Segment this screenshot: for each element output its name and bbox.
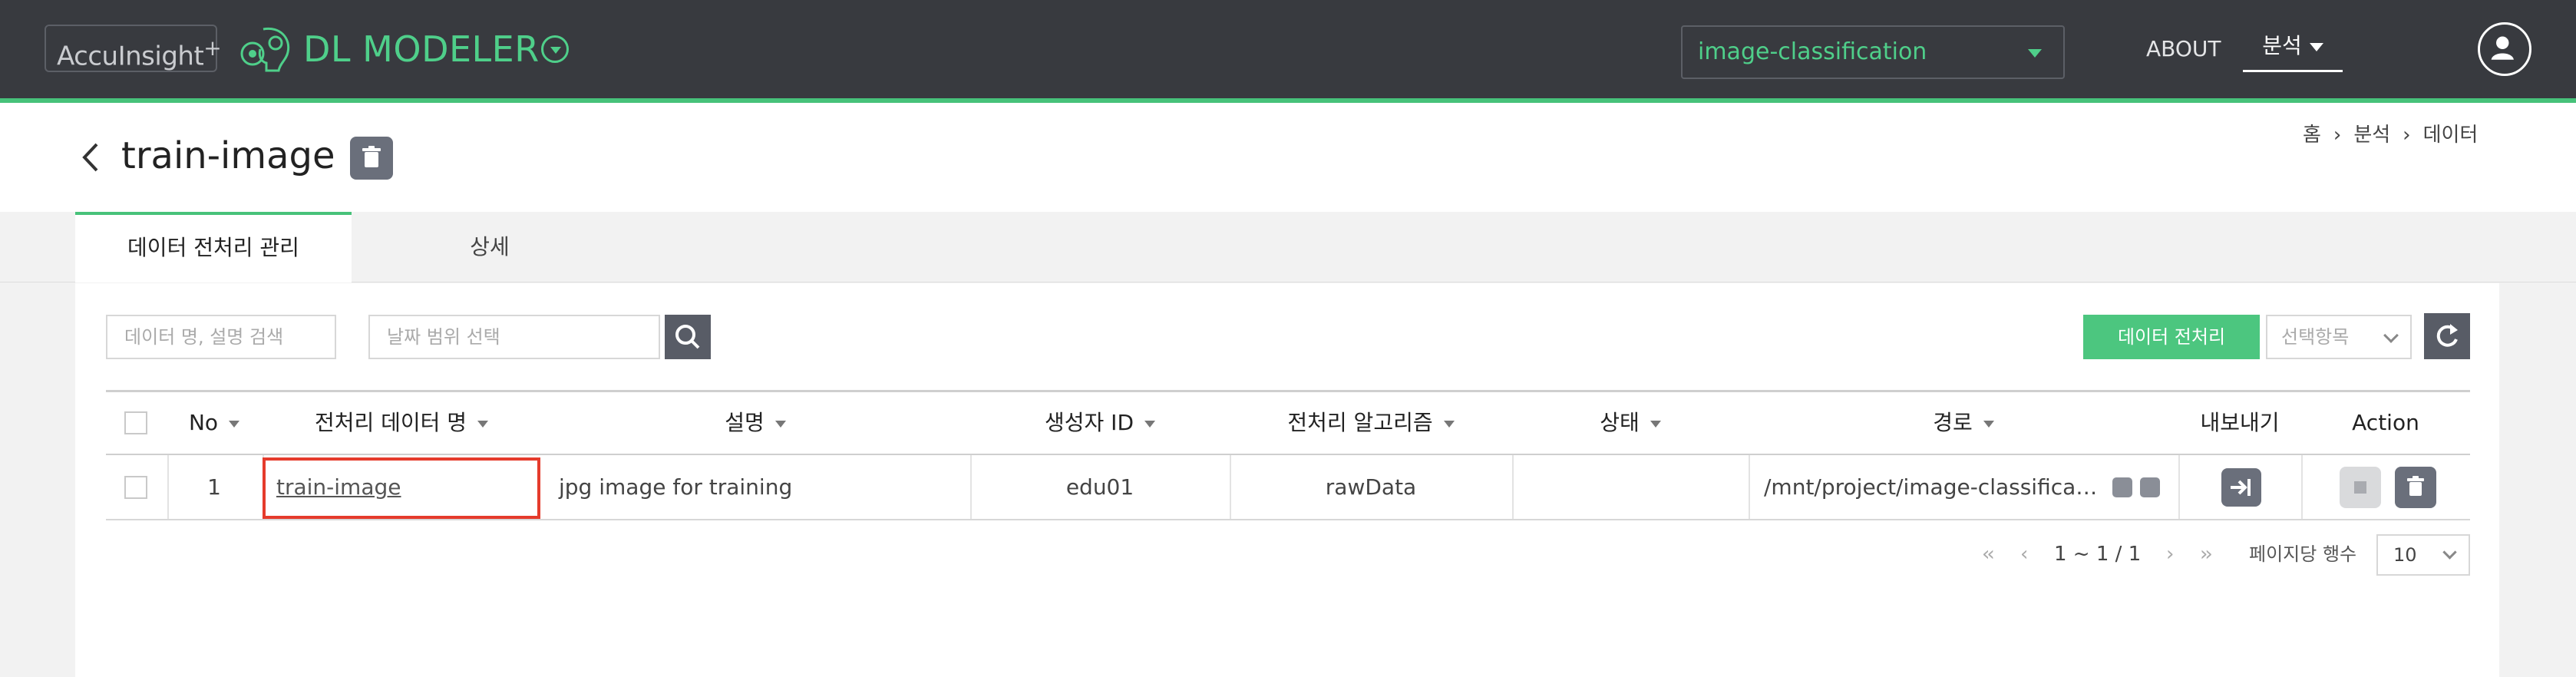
rows-per-page-select[interactable]: 10 [2376, 534, 2470, 576]
back-arrow-icon[interactable] [77, 140, 104, 175]
caret-down-icon [2309, 42, 2323, 51]
chevron-down-icon [2383, 328, 2399, 343]
cell-divider [2301, 455, 2303, 519]
column-header-name[interactable]: 전처리 데이터 명 [263, 392, 540, 454]
breadcrumb-analysis[interactable]: 분석 [2353, 120, 2390, 150]
column-header-description[interactable]: 설명 [540, 392, 970, 454]
sort-icon [477, 420, 489, 428]
brand-plus: + [203, 35, 222, 61]
column-header-creator-label: 생성자 ID [1045, 410, 1134, 435]
refresh-icon[interactable] [2424, 313, 2470, 359]
column-header-no[interactable]: No [167, 392, 261, 454]
delete-dataset-trash-icon[interactable] [350, 137, 393, 180]
breadcrumb-data: 데이터 [2422, 124, 2479, 147]
chevron-down-icon [2442, 545, 2457, 560]
chevron-right-icon: › [2333, 124, 2342, 147]
tab-preprocessing-management[interactable]: 데이터 전처리 관리 [75, 212, 352, 282]
date-range-input[interactable]: 날짜 범위 선택 [368, 315, 660, 359]
cell-divider [1749, 455, 1750, 519]
column-header-path[interactable]: 경로 [1749, 392, 2178, 454]
cell-status [1512, 455, 1749, 519]
column-header-status[interactable]: 상태 [1512, 392, 1749, 454]
breadcrumb: 홈 › 분석 › 데이터 [2303, 120, 2478, 150]
next-page-icon[interactable]: › [2166, 537, 2174, 571]
sort-icon [1650, 420, 1661, 428]
column-header-name-label: 전처리 데이터 명 [314, 410, 467, 435]
sort-icon [1983, 420, 1994, 428]
accuinsight-logo[interactable]: AccuInsight+ [45, 25, 222, 72]
select-all-checkbox[interactable] [124, 411, 147, 434]
dl-modeler-logo-icon [240, 27, 290, 72]
rows-per-page-label: 페이지당 행수 [2249, 543, 2357, 565]
user-profile-icon[interactable] [2478, 22, 2531, 76]
column-header-no-label: No [188, 410, 219, 435]
column-header-algorithm[interactable]: 전처리 알고리즘 [1230, 392, 1512, 454]
tab-bar: 데이터 전처리 관리 상세 [0, 212, 2576, 282]
data-preprocess-button[interactable]: 데이터 전처리 [2083, 315, 2260, 359]
caret-down-icon [2028, 49, 2042, 58]
sort-icon [1443, 420, 1455, 428]
highlight-box [263, 457, 540, 519]
top-navbar: AccuInsight+ DL MODELER image-classifica… [0, 0, 2576, 98]
column-header-creator[interactable]: 생성자 ID [970, 392, 1230, 454]
project-select[interactable]: image-classification [1681, 25, 2065, 79]
column-header-export: 내보내기 [2200, 410, 2280, 435]
first-page-icon[interactable]: ‹‹ [1982, 537, 1995, 571]
column-header-path-label: 경로 [1933, 410, 1973, 435]
column-header-action: Action [2352, 410, 2419, 435]
breadcrumb-home[interactable]: 홈 [2303, 120, 2321, 150]
copy-path-icon[interactable] [2140, 477, 2160, 497]
column-header-description-label: 설명 [725, 410, 765, 435]
rows-per-page-value: 10 [2393, 544, 2417, 566]
export-arrow-icon[interactable] [2221, 468, 2261, 507]
nav-about-link[interactable]: ABOUT [2146, 34, 2221, 64]
column-header-algorithm-label: 전처리 알고리즘 [1287, 410, 1433, 435]
chevron-right-icon: › [2403, 124, 2411, 147]
product-menu-chevron-icon[interactable] [541, 35, 569, 63]
project-select-value: image-classification [1698, 38, 1927, 65]
cell-path: /mnt/project/image-classification [1764, 474, 2102, 500]
search-icon[interactable] [665, 315, 711, 359]
stop-icon[interactable] [2340, 467, 2381, 508]
table-bottom-border [106, 519, 2470, 520]
row-checkbox[interactable] [124, 476, 147, 499]
page-title: train-image [121, 134, 335, 177]
nav-analysis-menu[interactable]: 분석 [2243, 23, 2343, 72]
sort-icon [774, 420, 786, 428]
cell-no: 1 [207, 474, 221, 500]
cell-description: jpg image for training [559, 474, 793, 500]
select-items-label: 선택항목 [2281, 326, 2350, 348]
page-range: 1 ~ 1 / 1 [2054, 543, 2142, 566]
prev-page-icon[interactable]: ‹ [2020, 537, 2028, 571]
nav-analysis-label: 분석 [2262, 33, 2302, 58]
page-header: train-image 홈 › 분석 › 데이터 [0, 103, 2576, 212]
column-header-status-label: 상태 [1600, 410, 1640, 435]
cell-divider [2178, 455, 2180, 519]
cell-algorithm: rawData [1325, 474, 1417, 500]
sort-icon [229, 420, 240, 428]
tab-detail[interactable]: 상세 [352, 212, 628, 282]
delete-trash-icon[interactable] [2395, 467, 2436, 508]
search-input[interactable]: 데이터 명, 설명 검색 [106, 315, 336, 359]
brand-name: AccuInsight [57, 41, 204, 72]
last-page-icon[interactable]: ›› [2200, 537, 2213, 571]
cell-creator: edu01 [1065, 474, 1134, 500]
product-title: DL MODELER [303, 28, 540, 70]
more-options-icon[interactable] [2112, 477, 2132, 497]
sort-icon [1144, 420, 1155, 428]
select-items-dropdown[interactable]: 선택항목 [2266, 315, 2412, 359]
